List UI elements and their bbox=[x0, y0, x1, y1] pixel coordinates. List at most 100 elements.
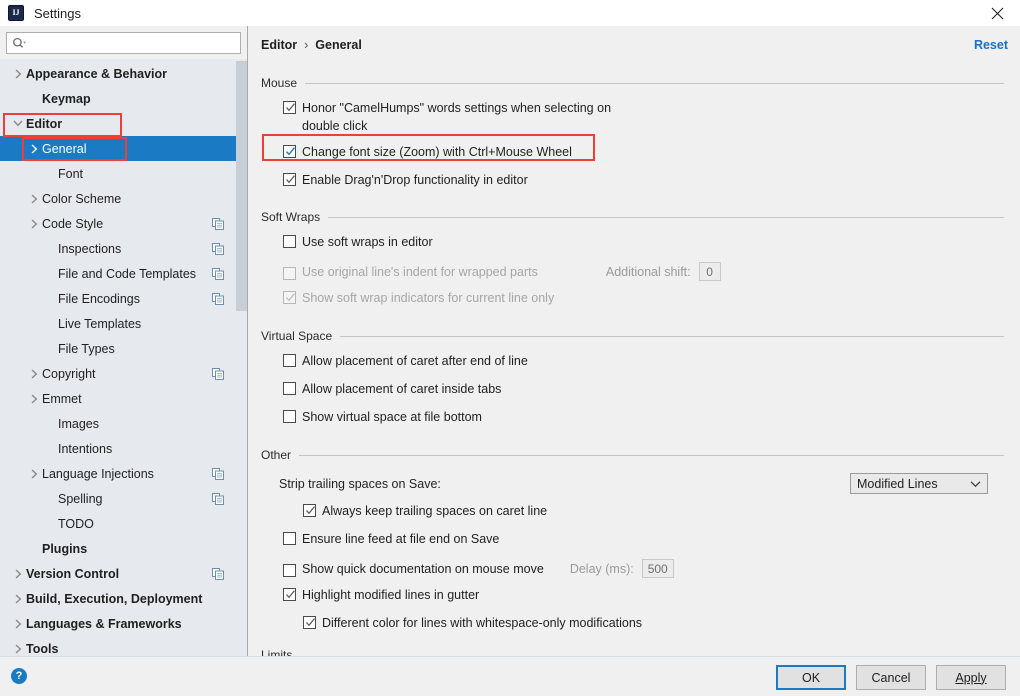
chevron-right-icon[interactable] bbox=[26, 368, 42, 379]
checkbox-row-caret-after-eol[interactable]: Allow placement of caret after end of li… bbox=[257, 351, 1004, 374]
checkbox-quick-doc[interactable] bbox=[283, 563, 296, 577]
copy-config-icon[interactable] bbox=[212, 242, 224, 255]
sidebar-item-file-encodings[interactable]: File Encodings bbox=[0, 286, 236, 311]
checkbox-different-color-whitespace[interactable] bbox=[303, 616, 316, 629]
sidebar-item-label: Tools bbox=[26, 641, 59, 656]
close-icon[interactable] bbox=[975, 0, 1020, 26]
chevron-right-icon[interactable] bbox=[26, 218, 42, 229]
section-header-mouse: Mouse bbox=[257, 74, 1004, 92]
checkbox-row-use-soft-wraps[interactable]: Use soft wraps in editor bbox=[257, 232, 1004, 255]
sidebar-item-font[interactable]: Font bbox=[0, 161, 236, 186]
strip-trailing-select[interactable]: Modified Lines bbox=[850, 473, 988, 494]
copy-config-icon[interactable] bbox=[212, 217, 224, 230]
search-icon bbox=[13, 37, 27, 48]
sidebar-item-file-and-code-templates[interactable]: File and Code Templates bbox=[0, 261, 236, 286]
sidebar-item-label: Font bbox=[58, 166, 84, 181]
chevron-right-icon[interactable] bbox=[10, 68, 26, 79]
checkbox-row-virtual-space-bottom[interactable]: Show virtual space at file bottom bbox=[257, 407, 1004, 430]
sidebar-item-copyright[interactable]: Copyright bbox=[0, 361, 236, 386]
window-title: Settings bbox=[34, 5, 81, 21]
chevron-right-icon[interactable] bbox=[10, 593, 26, 604]
checkbox-row-ensure-line-feed[interactable]: Ensure line feed at file end on Save bbox=[257, 529, 1004, 552]
sidebar-item-label: Build, Execution, Deployment bbox=[26, 591, 203, 606]
sidebar-item-file-types[interactable]: File Types bbox=[0, 336, 236, 361]
sidebar-item-general[interactable]: General bbox=[0, 136, 236, 161]
chevron-down-icon[interactable] bbox=[10, 119, 26, 128]
sidebar-item-editor[interactable]: Editor bbox=[0, 111, 236, 136]
sidebar-item-inspections[interactable]: Inspections bbox=[0, 236, 236, 261]
checkbox-caret-inside-tabs[interactable] bbox=[283, 382, 296, 395]
chevron-right-icon[interactable] bbox=[26, 468, 42, 479]
sidebar-item-images[interactable]: Images bbox=[0, 411, 236, 436]
sidebar-item-languages-frameworks[interactable]: Languages & Frameworks bbox=[0, 611, 236, 636]
sidebar-item-build-execution-deployment[interactable]: Build, Execution, Deployment bbox=[0, 586, 236, 611]
checkbox-row-highlight-modified-lines[interactable]: Highlight modified lines in gutter bbox=[257, 585, 1004, 608]
sidebar-item-version-control[interactable]: Version Control bbox=[0, 561, 236, 586]
title-bar: IJ Settings bbox=[0, 0, 1020, 26]
checkbox-use-soft-wraps[interactable] bbox=[283, 235, 296, 248]
sidebar-item-color-scheme[interactable]: Color Scheme bbox=[0, 186, 236, 211]
help-icon[interactable]: ? bbox=[11, 668, 27, 684]
sidebar-item-spelling[interactable]: Spelling bbox=[0, 486, 236, 511]
copy-config-icon[interactable] bbox=[212, 567, 224, 580]
copy-config-icon[interactable] bbox=[212, 367, 224, 380]
chevron-right-icon[interactable] bbox=[10, 568, 26, 579]
copy-config-icon[interactable] bbox=[212, 492, 224, 505]
checkbox-row-camelhumps[interactable]: Honor "CamelHumps" words settings when s… bbox=[257, 98, 1004, 135]
sidebar-item-language-injections[interactable]: Language Injections bbox=[0, 461, 236, 486]
checkbox-label-keep-trailing-caret: Always keep trailing spaces on caret lin… bbox=[322, 504, 548, 518]
search-input[interactable] bbox=[30, 34, 240, 52]
section-header-virtual-space: Virtual Space bbox=[257, 327, 1004, 345]
chevron-right-icon[interactable] bbox=[26, 193, 42, 204]
checkbox-dragndrop[interactable] bbox=[283, 173, 296, 186]
checkbox-row-quick-doc[interactable]: Show quick documentation on mouse move D… bbox=[257, 557, 1004, 580]
chevron-right-icon[interactable] bbox=[10, 643, 26, 654]
cancel-button[interactable]: Cancel bbox=[856, 665, 926, 690]
checkbox-change-font-size-zoom[interactable] bbox=[283, 145, 296, 158]
chevron-right-icon[interactable] bbox=[26, 143, 42, 154]
chevron-right-icon[interactable] bbox=[10, 618, 26, 629]
ok-button[interactable]: OK bbox=[776, 665, 846, 690]
sidebar-scrollbar-track[interactable] bbox=[236, 61, 247, 656]
checkbox-keep-trailing-caret[interactable] bbox=[303, 504, 316, 517]
checkbox-virtual-space-bottom[interactable] bbox=[283, 410, 296, 423]
checkbox-row-change-font-size-zoom[interactable]: Change font size (Zoom) with Ctrl+Mouse … bbox=[257, 142, 1004, 165]
chevron-right-icon[interactable] bbox=[26, 393, 42, 404]
checkbox-original-indent bbox=[283, 266, 296, 280]
checkbox-row-dragndrop[interactable]: Enable Drag'n'Drop functionality in edit… bbox=[257, 170, 1004, 193]
copy-config-icon[interactable] bbox=[212, 267, 224, 280]
sidebar-item-emmet[interactable]: Emmet bbox=[0, 386, 236, 411]
sidebar-item-live-templates[interactable]: Live Templates bbox=[0, 311, 236, 336]
checkbox-row-different-color-whitespace[interactable]: Different color for lines with whitespac… bbox=[257, 613, 1004, 636]
sidebar-item-tools[interactable]: Tools bbox=[0, 636, 236, 656]
delay-group: Delay (ms): 500 bbox=[570, 559, 674, 578]
sidebar-item-appearance-behavior[interactable]: Appearance & Behavior bbox=[0, 61, 236, 86]
copy-config-icon[interactable] bbox=[212, 292, 224, 305]
sidebar-item-intentions[interactable]: Intentions bbox=[0, 436, 236, 461]
checkbox-caret-after-eol[interactable] bbox=[283, 354, 296, 367]
reset-link[interactable]: Reset bbox=[974, 38, 1008, 52]
checkbox-row-caret-inside-tabs[interactable]: Allow placement of caret inside tabs bbox=[257, 379, 1004, 402]
checkbox-soft-wrap-indicators bbox=[283, 291, 296, 304]
checkbox-row-keep-trailing-caret[interactable]: Always keep trailing spaces on caret lin… bbox=[257, 501, 1004, 524]
checkbox-ensure-line-feed[interactable] bbox=[283, 532, 296, 545]
copy-config-icon[interactable] bbox=[212, 467, 224, 480]
strip-trailing-value: Modified Lines bbox=[857, 476, 938, 491]
sidebar-item-plugins[interactable]: Plugins bbox=[0, 536, 236, 561]
section-header-other: Other bbox=[257, 446, 1004, 464]
checkbox-highlight-modified-lines[interactable] bbox=[283, 588, 296, 601]
search-box[interactable] bbox=[6, 32, 241, 54]
breadcrumb: Editor › General bbox=[261, 38, 362, 52]
apply-button[interactable]: Apply bbox=[936, 665, 1006, 690]
sidebar-item-todo[interactable]: TODO bbox=[0, 511, 236, 536]
sidebar-item-keymap[interactable]: Keymap bbox=[0, 86, 236, 111]
strip-trailing-label: Strip trailing spaces on Save: bbox=[279, 476, 441, 491]
sidebar-item-code-style[interactable]: Code Style bbox=[0, 211, 236, 236]
section-title-mouse: Mouse bbox=[261, 76, 298, 90]
sidebar-item-label: Editor bbox=[26, 116, 63, 131]
breadcrumb-parent[interactable]: Editor bbox=[261, 38, 297, 52]
sidebar-scrollbar-thumb[interactable] bbox=[236, 61, 247, 311]
footer-buttons: OK Cancel Apply bbox=[776, 665, 1006, 690]
checkbox-camelhumps[interactable] bbox=[283, 101, 296, 114]
logo-text: IJ bbox=[12, 8, 20, 17]
